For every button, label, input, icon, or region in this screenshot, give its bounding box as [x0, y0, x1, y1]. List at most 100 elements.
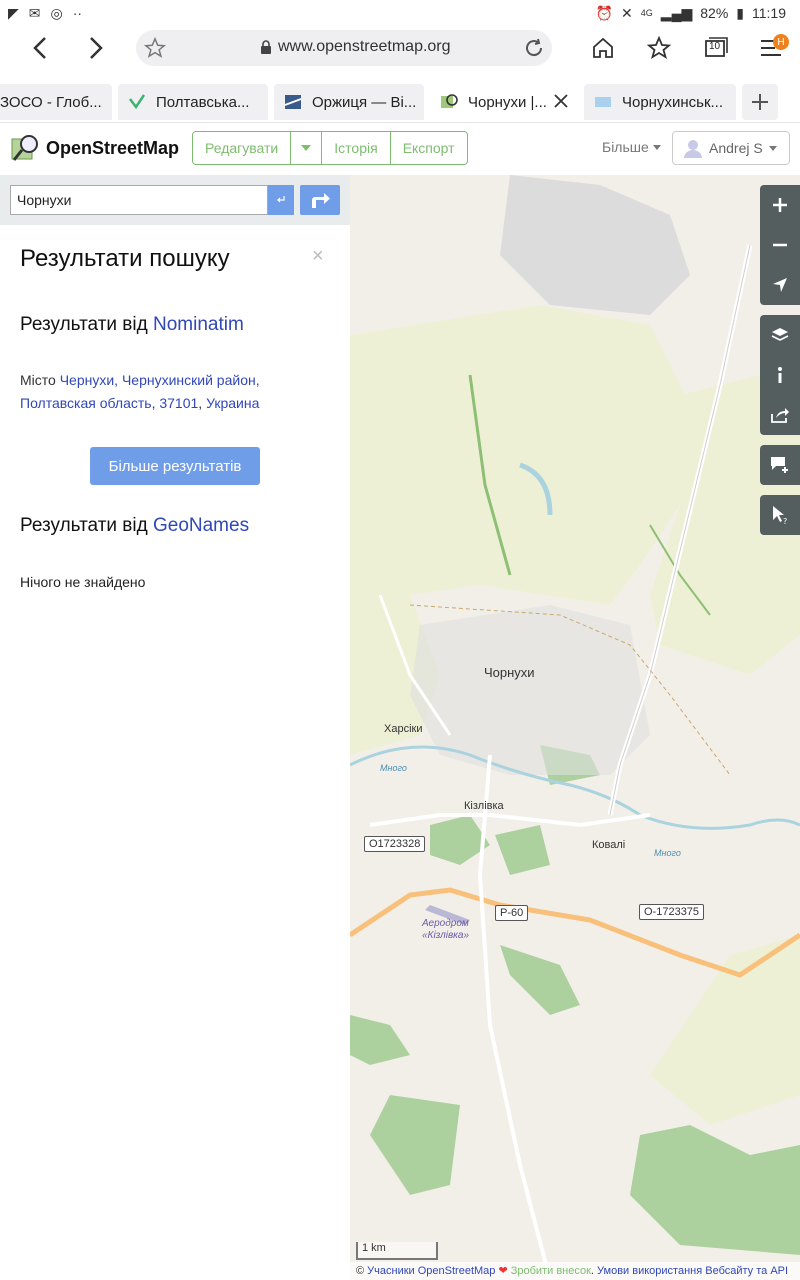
tab-title: Полтавська...: [156, 93, 250, 111]
directions-icon: [312, 193, 330, 208]
road-shield: O1723328: [364, 836, 426, 852]
geonames-heading: Результати від GeoNames: [20, 515, 249, 537]
map-label-aerodrome: Аеродром: [422, 918, 469, 929]
plus-icon: [773, 198, 787, 212]
share-icon: [771, 408, 789, 423]
tab-title: Чорнухинськ...: [622, 93, 724, 111]
edit-dropdown-button[interactable]: [291, 132, 323, 164]
share-button[interactable]: [760, 395, 800, 435]
more-menu[interactable]: Більше: [602, 139, 661, 155]
telegram-icon: ◤: [8, 4, 19, 21]
geonames-link[interactable]: GeoNames: [153, 515, 249, 536]
osm-header: OpenStreetMap Редагувати Історія Експорт…: [0, 122, 800, 174]
directions-button[interactable]: [300, 185, 340, 215]
tab-chornukhy[interactable]: Чорнухи |...: [430, 84, 578, 120]
result-postcode[interactable]: 37101: [159, 395, 198, 411]
attribution-contributors-link[interactable]: Учасники OpenStreetMap: [367, 1265, 495, 1277]
osm-logo-icon: [11, 135, 38, 161]
forward-button[interactable]: [76, 28, 116, 68]
home-icon: [593, 37, 613, 58]
locate-button[interactable]: [760, 265, 800, 305]
nominatim-prefix: Результати від: [20, 314, 148, 335]
bookmark-star-icon[interactable]: [144, 37, 166, 59]
more-results-button[interactable]: Більше результатів: [90, 447, 260, 485]
more-notifications-icon: ··: [72, 5, 83, 21]
history-button[interactable]: Історія: [322, 132, 391, 164]
profile-badge: H: [773, 34, 789, 50]
close-tab-icon[interactable]: [552, 92, 570, 110]
caret-down-icon: [301, 145, 312, 151]
layers-button[interactable]: [760, 315, 800, 355]
new-tab-button[interactable]: [742, 84, 778, 120]
network-label: 4G: [640, 8, 653, 18]
heart-icon: ❤: [498, 1265, 508, 1277]
lock-icon: [261, 40, 271, 54]
query-tools: ?: [760, 495, 800, 535]
battery-level: 82%: [700, 5, 729, 21]
tab-zoso[interactable]: ЗОСО - Глоб...: [0, 84, 112, 120]
zoom-in-button[interactable]: [760, 185, 800, 225]
menu-button[interactable]: H: [743, 26, 799, 70]
flag-favicon-icon: [595, 97, 611, 107]
map-label-river: Многo: [380, 763, 407, 773]
search-input[interactable]: Чорнухи: [10, 185, 268, 215]
result-link[interactable]: Чернухи, Чернухинский район,: [60, 372, 260, 388]
bookmarks-star-icon: [647, 36, 671, 59]
close-panel-button[interactable]: ×: [312, 245, 324, 268]
edit-button[interactable]: Редагувати: [193, 132, 292, 164]
clock: 11:19: [752, 5, 786, 21]
search-bar: Чорнухи: [0, 175, 350, 225]
enter-icon: [277, 196, 285, 203]
zoom-out-button[interactable]: [760, 225, 800, 265]
browser-toolbar: www.openstreetmap.org 10 H: [0, 26, 800, 76]
note-tools: [760, 445, 800, 485]
road-shield: P-60: [495, 905, 529, 921]
logo-text: OpenStreetMap: [46, 137, 180, 158]
query-features-button[interactable]: ?: [760, 495, 800, 535]
info-icon: [778, 367, 782, 383]
layers-icon: [771, 328, 789, 341]
alarm-icon: ⏰: [595, 4, 614, 21]
nominatim-link[interactable]: Nominatim: [153, 314, 244, 335]
road-shield: O-1723375: [639, 904, 705, 920]
tab-orzhytsia[interactable]: Оржиця — Ві...: [274, 84, 424, 120]
map-attribution: © Учасники OpenStreetMap ❤ Зробити внесо…: [350, 1262, 800, 1280]
map-tools: [760, 315, 800, 435]
map-label-aerodrome-name: «Кізлівка»: [422, 930, 470, 941]
tab-poltavska[interactable]: Полтавська...: [118, 84, 268, 120]
caret-down-icon: [768, 145, 777, 151]
tab-chornukhynska[interactable]: Чорнухинськ...: [584, 84, 736, 120]
osm-logo[interactable]: OpenStreetMap: [10, 133, 179, 163]
map-canvas[interactable]: Чорнухи Харсіки Кізлівка Ковалі Аеродром…: [350, 175, 800, 1280]
panel-title: Результати пошуку: [20, 245, 230, 272]
bookmarks-button[interactable]: [631, 26, 687, 70]
url-text: www.openstreetmap.org: [278, 38, 451, 55]
no-results-text: Нічого не знайдено: [20, 574, 146, 590]
wiki-favicon-icon: [284, 95, 302, 109]
add-note-button[interactable]: [760, 445, 800, 485]
result-region[interactable]: Полтавская область: [20, 395, 152, 411]
search-submit-button[interactable]: [268, 185, 294, 215]
attribution-terms-link[interactable]: Умови використання Вебсайту та API: [597, 1265, 788, 1277]
chevron-left-icon: [33, 37, 46, 59]
map-key-button[interactable]: [760, 355, 800, 395]
home-button[interactable]: [575, 26, 631, 70]
result-type: Місто: [20, 372, 56, 388]
back-button[interactable]: [20, 28, 60, 68]
attribution-donate-link[interactable]: Зробити внесок: [511, 1265, 591, 1277]
svg-text:?: ?: [783, 517, 787, 525]
attribution-prefix: ©: [356, 1265, 368, 1277]
address-bar[interactable]: www.openstreetmap.org: [136, 30, 552, 66]
tab-count: 10: [709, 41, 721, 52]
osm-favicon-icon: [441, 94, 458, 108]
result-country[interactable]: Украина: [206, 395, 259, 411]
export-button[interactable]: Експорт: [391, 132, 467, 164]
user-menu[interactable]: Andrej S: [672, 131, 790, 165]
more-label: Більше: [602, 139, 649, 155]
checkmark-favicon-icon: [129, 94, 146, 110]
tabs-button[interactable]: 10: [687, 26, 743, 70]
search-result-item[interactable]: Місто Чернухи, Чернухинский район, Полта…: [20, 369, 320, 415]
reload-icon[interactable]: [522, 36, 546, 60]
map-scale: 1 km: [356, 1242, 438, 1260]
geonames-prefix: Результати від: [20, 515, 148, 536]
